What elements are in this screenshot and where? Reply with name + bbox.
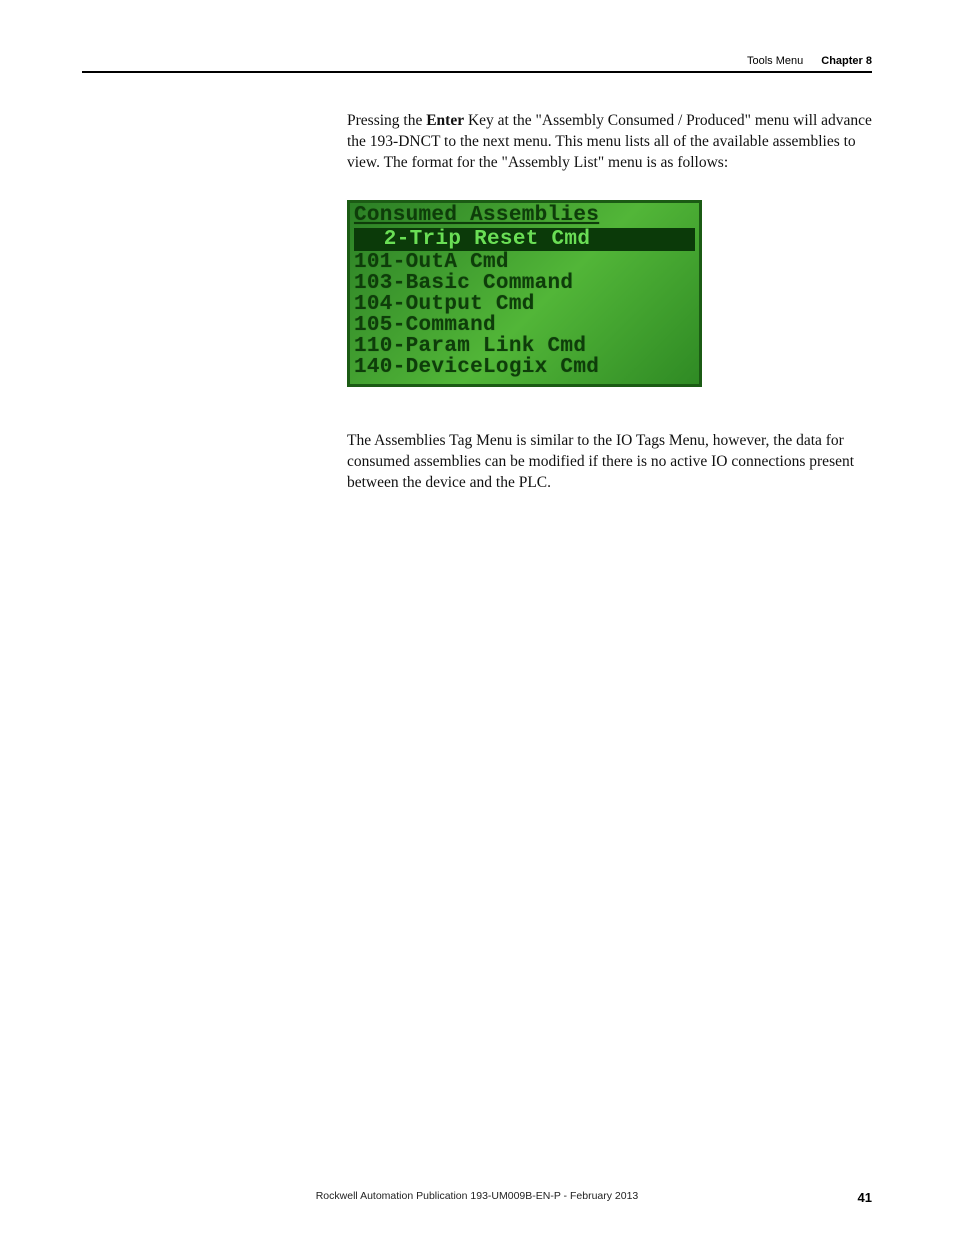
lcd-row: 140-DeviceLogix Cmd xyxy=(352,357,697,378)
header-rule xyxy=(82,71,872,73)
header-section-title: Tools Menu xyxy=(747,55,803,67)
page-footer: Rockwell Automation Publication 193-UM00… xyxy=(82,1190,872,1205)
footer-publication: Rockwell Automation Publication 193-UM00… xyxy=(82,1190,872,1202)
lcd-screen: Consumed Assemblies 2-Trip Reset Cmd 101… xyxy=(347,200,702,387)
page: Tools Menu Chapter 8 Pressing the Enter … xyxy=(0,0,954,1235)
lcd-row: 101-OutA Cmd xyxy=(352,252,697,273)
paragraph-1: Pressing the Enter Key at the "Assembly … xyxy=(347,111,872,174)
lcd-title: Consumed Assemblies xyxy=(352,205,697,227)
lcd-row: 110-Param Link Cmd xyxy=(352,336,697,357)
paragraph-2: The Assemblies Tag Menu is similar to th… xyxy=(347,431,872,494)
lcd-row: 104-Output Cmd xyxy=(352,294,697,315)
lcd-figure: Consumed Assemblies 2-Trip Reset Cmd 101… xyxy=(177,200,872,387)
lcd-row: 105-Command xyxy=(352,315,697,336)
p1-pre: Pressing the xyxy=(347,112,426,129)
footer-page-number: 41 xyxy=(858,1190,872,1205)
body-column: Pressing the Enter Key at the "Assembly … xyxy=(347,111,872,494)
header-chapter-label: Chapter 8 xyxy=(821,55,872,67)
lcd-selected-row: 2-Trip Reset Cmd xyxy=(354,228,695,251)
running-header: Tools Menu Chapter 8 xyxy=(82,55,872,71)
lcd-row: 103-Basic Command xyxy=(352,273,697,294)
p1-enter-key: Enter xyxy=(426,112,464,129)
